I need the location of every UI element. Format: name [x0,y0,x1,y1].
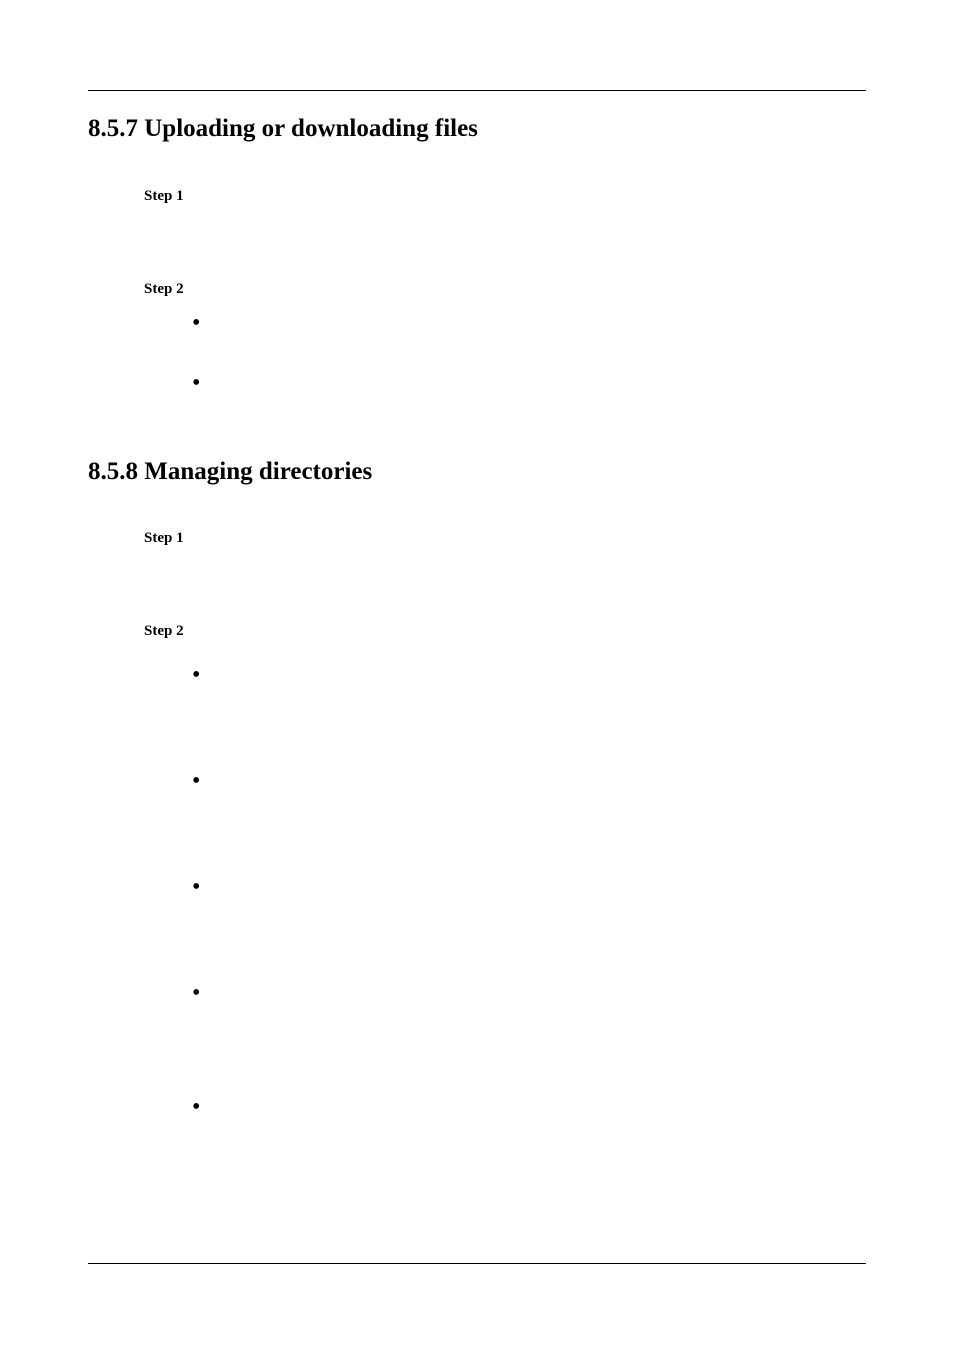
section-number: 8.5.8 [88,458,138,485]
step-block: Step 2 [144,281,866,396]
list-item [192,376,866,396]
list-item [192,986,866,1006]
step-block: Step 2 [144,623,866,1120]
top-horizontal-rule [88,90,866,91]
step-label: Step 2 [144,281,866,298]
list-item [192,1100,866,1120]
section-steps: Step 1 Step 2 [144,188,866,396]
list-item [192,880,866,900]
step-block: Step 1 [144,188,866,205]
section-title: Uploading or downloading files [144,115,478,142]
bottom-horizontal-rule [88,1263,866,1264]
section-title: Managing directories [144,458,372,485]
step-label: Step 1 [144,188,866,205]
section-steps: Step 1 Step 2 [144,530,866,1120]
list-item [192,668,866,688]
section-heading: 8.5.7 Uploading or downloading files [88,113,866,146]
list-item [192,774,866,794]
section-heading: 8.5.8 Managing directories [88,456,866,489]
document-page: 8.5.7 Uploading or downloading files Ste… [0,0,954,1350]
step-label: Step 1 [144,530,866,547]
step-block: Step 1 [144,530,866,547]
list-item [192,316,866,336]
bullet-list [192,316,866,396]
bullet-list [192,668,866,1120]
section-number: 8.5.7 [88,115,138,142]
step-label: Step 2 [144,623,866,640]
